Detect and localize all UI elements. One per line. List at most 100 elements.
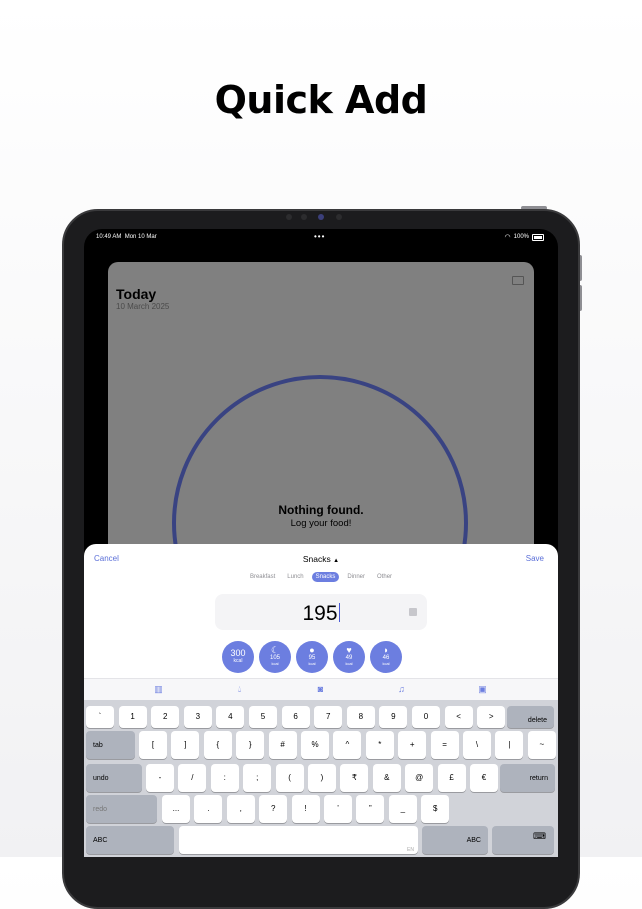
key[interactable]: % <box>301 731 329 759</box>
key[interactable]: 6 <box>281 706 310 728</box>
tab-key[interactable]: tab <box>86 731 135 759</box>
water-drop-icon[interactable]: 💧︎ <box>235 685 244 694</box>
key[interactable]: & <box>372 764 401 792</box>
meal-label: Snacks <box>302 554 331 564</box>
key[interactable]: ’ <box>324 795 352 823</box>
strawberry-icon: ♥ <box>346 645 352 655</box>
key[interactable]: € <box>470 764 498 792</box>
key[interactable]: £ <box>437 764 466 792</box>
return-key[interactable]: return <box>500 764 555 792</box>
key[interactable]: . <box>194 795 223 823</box>
key[interactable]: < <box>444 706 473 728</box>
key[interactable]: ( <box>275 764 304 792</box>
key[interactable]: ₹ <box>340 764 369 792</box>
key[interactable]: - <box>146 764 174 792</box>
camera-dot <box>336 214 342 220</box>
text-cursor <box>338 603 340 622</box>
key[interactable]: > <box>477 706 506 728</box>
key[interactable]: / <box>178 764 207 792</box>
melon-icon: ◗ <box>383 645 389 655</box>
quick-add-melon[interactable]: ◗ 46 kcal <box>370 641 402 673</box>
screen: 10:49 AM Mon 10 Mar ••• ◠ 100% Today 10 … <box>84 229 558 857</box>
key[interactable]: 7 <box>314 706 343 728</box>
key[interactable]: $ <box>421 795 450 823</box>
key[interactable]: 1 <box>118 706 147 728</box>
today-card: Today 10 March 2025 Nothing found. Log y… <box>108 262 534 671</box>
tab-snacks[interactable]: Snacks <box>311 572 340 582</box>
keyboard-accessory-bar: ▥ 💧︎ ◙ ♫ ▣ <box>84 678 558 701</box>
wifi-icon: ◠ <box>504 234 511 241</box>
key[interactable]: ... <box>162 795 190 823</box>
key[interactable]: ` <box>86 706 114 728</box>
key[interactable]: # <box>268 731 297 759</box>
camera-dot <box>301 214 307 220</box>
save-button[interactable]: Save <box>526 554 544 563</box>
calorie-input[interactable]: 195 <box>215 594 427 630</box>
key[interactable]: ) <box>308 764 336 792</box>
key[interactable]: 2 <box>151 706 180 728</box>
caret-up-icon: ▲ <box>333 558 340 564</box>
empty-state-subtitle: Log your food! <box>290 518 352 529</box>
barcode-icon[interactable]: ▥ <box>154 685 163 694</box>
microphone-icon[interactable]: ♫ <box>397 685 406 694</box>
tab-dinner[interactable]: Dinner <box>343 572 369 582</box>
key[interactable]: | <box>495 731 524 759</box>
key[interactable]: = <box>430 731 459 759</box>
status-bar: 10:49 AM Mon 10 Mar ••• ◠ 100% <box>84 229 558 245</box>
hide-keyboard-key[interactable]: ⌨ <box>492 826 554 854</box>
quick-add-strawberry[interactable]: ♥ 49 kcal <box>333 641 365 673</box>
language-hint: EN <box>407 847 414 853</box>
key[interactable]: ^ <box>333 731 362 759</box>
status-date: Mon 10 Mar <box>124 234 157 240</box>
game-icon[interactable]: ▣ <box>478 685 487 694</box>
tab-lunch[interactable]: Lunch <box>283 572 307 582</box>
page-title: Today <box>116 286 157 302</box>
camera-icon[interactable]: ◙ <box>316 685 325 694</box>
meal-tabs: Breakfast Lunch Snacks Dinner Other <box>84 572 558 582</box>
abc-key-right[interactable]: ABC <box>422 826 488 854</box>
key[interactable]: } <box>236 731 265 759</box>
delete-key[interactable]: delete <box>507 706 554 728</box>
quick-add-banana[interactable]: ☾ 105 kcal <box>259 641 291 673</box>
key[interactable]: : <box>210 764 239 792</box>
key[interactable]: , <box>226 795 255 823</box>
page-date: 10 March 2025 <box>116 302 170 311</box>
key[interactable]: ; <box>243 764 272 792</box>
banana-icon: ☾ <box>270 645 280 655</box>
key[interactable]: 0 <box>412 706 440 728</box>
key[interactable]: + <box>398 731 427 759</box>
keyboard-dismiss-icon: ⌨ <box>533 831 546 841</box>
undo-key[interactable]: undo <box>86 764 142 792</box>
tab-breakfast[interactable]: Breakfast <box>246 572 279 582</box>
key[interactable]: ” <box>356 795 385 823</box>
key[interactable]: * <box>365 731 394 759</box>
key[interactable]: ! <box>291 795 320 823</box>
quick-add-300[interactable]: 300 kcal <box>222 641 254 673</box>
space-bar[interactable]: EN <box>179 826 418 854</box>
key[interactable]: 3 <box>183 706 212 728</box>
key[interactable]: ? <box>259 795 288 823</box>
key[interactable]: 9 <box>379 706 408 728</box>
key[interactable]: \ <box>463 731 491 759</box>
abc-key-left[interactable]: ABC <box>86 826 174 854</box>
key[interactable]: ~ <box>527 731 556 759</box>
meal-selector[interactable]: Snacks ▲ <box>84 554 558 564</box>
tab-other[interactable]: Other <box>373 572 396 582</box>
headline: Quick Add <box>214 78 428 122</box>
key[interactable]: 8 <box>346 706 375 728</box>
battery-percent: 100% <box>513 234 529 240</box>
note-icon[interactable] <box>409 608 417 616</box>
multitask-dots[interactable]: ••• <box>314 232 325 241</box>
key[interactable]: { <box>203 731 232 759</box>
key[interactable]: @ <box>405 764 434 792</box>
key[interactable]: 5 <box>249 706 277 728</box>
battery-icon <box>532 233 544 241</box>
camera-lens <box>318 214 324 220</box>
key[interactable]: ] <box>171 731 200 759</box>
quick-add-apple[interactable]: ● 95 kcal <box>296 641 328 673</box>
redo-key[interactable]: redo <box>86 795 157 823</box>
barcode-icon[interactable] <box>512 276 524 285</box>
key[interactable]: _ <box>388 795 417 823</box>
key[interactable]: [ <box>139 731 167 759</box>
key[interactable]: 4 <box>216 706 245 728</box>
